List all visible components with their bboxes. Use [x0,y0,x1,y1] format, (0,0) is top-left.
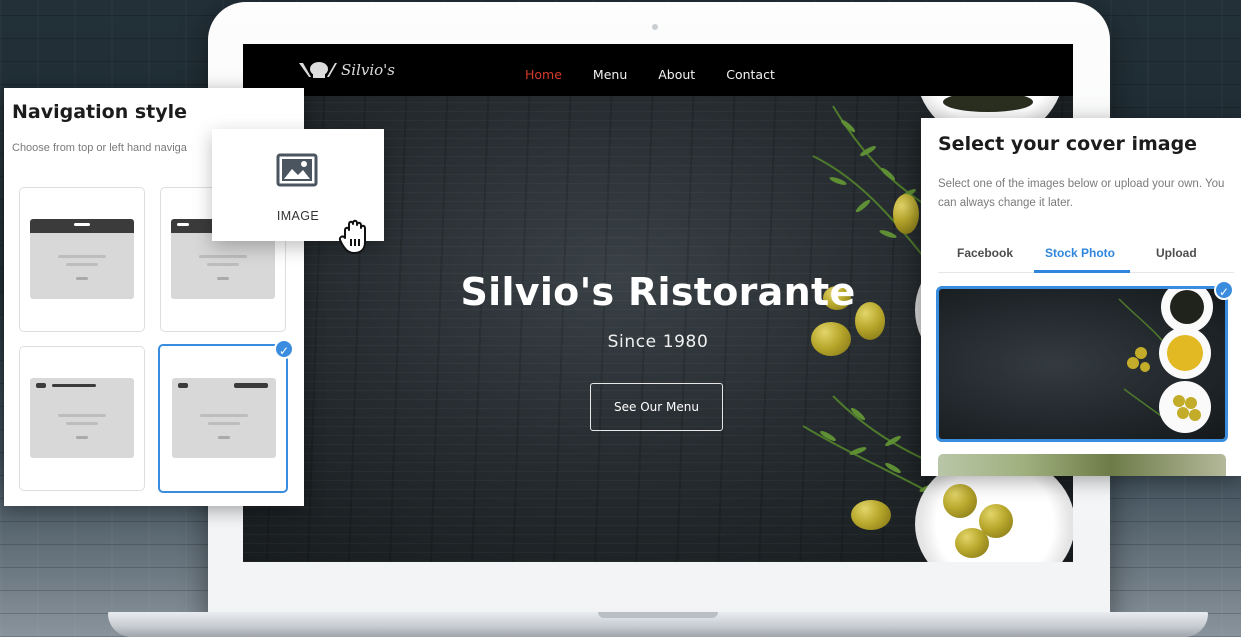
layout-preview [30,219,134,299]
olive [893,194,919,234]
thumbnail-food-decoration [1118,289,1213,433]
layout-preview-line [208,422,240,425]
laptop-camera [652,24,658,30]
olive [851,500,891,530]
layout-preview-line [76,277,88,280]
tab-facebook[interactable]: Facebook [957,246,1013,260]
cover-image-panel: Select your cover image Select one of th… [921,118,1241,476]
layout-preview-line [36,383,46,388]
layout-preview-line [207,263,239,266]
site-menu: Home Menu About Contact [525,67,775,82]
layout-preview-line [66,422,98,425]
site-navbar: Silvio's Home Menu About Contact [243,44,1073,96]
layout-preview-line [217,277,229,280]
nav-link-menu[interactable]: Menu [593,67,627,82]
nav-link-contact[interactable]: Contact [726,67,775,82]
layout-preview-line [76,436,88,439]
site-logo-text: Silvio's [341,61,395,79]
hero-subtitle: Since 1980 [607,332,709,352]
layout-preview [172,378,276,458]
see-menu-button[interactable]: See Our Menu [590,383,723,431]
olive [955,528,989,558]
layout-preview-line [177,223,189,226]
panel-title: Navigation style [12,101,188,123]
olive [943,484,977,518]
hero-title: Silvio's Ristorante [460,270,856,314]
cover-thumbnail[interactable] [938,454,1226,476]
nav-link-home[interactable]: Home [525,67,562,82]
layout-preview [30,378,134,458]
tab-stock-photo[interactable]: Stock Photo [1045,246,1115,260]
cover-source-tabs: Facebook Stock Photo Upload [938,246,1234,276]
layout-preview-line [199,255,247,258]
layout-preview-line [178,383,188,388]
layout-preview-line [234,383,268,388]
layout-preview-line [52,384,96,387]
layout-preview-line [66,263,98,266]
layout-preview-line [218,436,230,439]
layout-preview-line [58,255,106,258]
layout-preview-line [200,414,248,417]
cover-thumbnail-selected[interactable] [936,286,1228,442]
panel-title: Select your cover image [938,133,1198,155]
site-logo[interactable]: Silvio's [297,58,395,82]
panel-description: Select one of the images below or upload… [938,178,1225,209]
laptop-notch [598,612,718,618]
tab-upload[interactable]: Upload [1156,246,1197,260]
layout-preview-line [74,223,90,226]
nav-layout-option-top-centered[interactable] [19,187,145,332]
nav-link-about[interactable]: About [658,67,695,82]
hand-cursor-icon [338,219,366,254]
layout-preview-line [58,414,106,417]
check-icon: ✓ [1214,280,1234,300]
chef-hat-icon [299,62,337,78]
nav-layout-option-inline-left[interactable] [19,346,145,491]
check-icon: ✓ [274,339,294,359]
layout-preview-bar [30,219,134,233]
nav-layout-option-inline-right[interactable] [158,344,288,493]
image-icon [276,153,318,187]
panel-description: Choose from top or left hand naviga [12,142,187,154]
active-tab-indicator [1034,270,1130,273]
